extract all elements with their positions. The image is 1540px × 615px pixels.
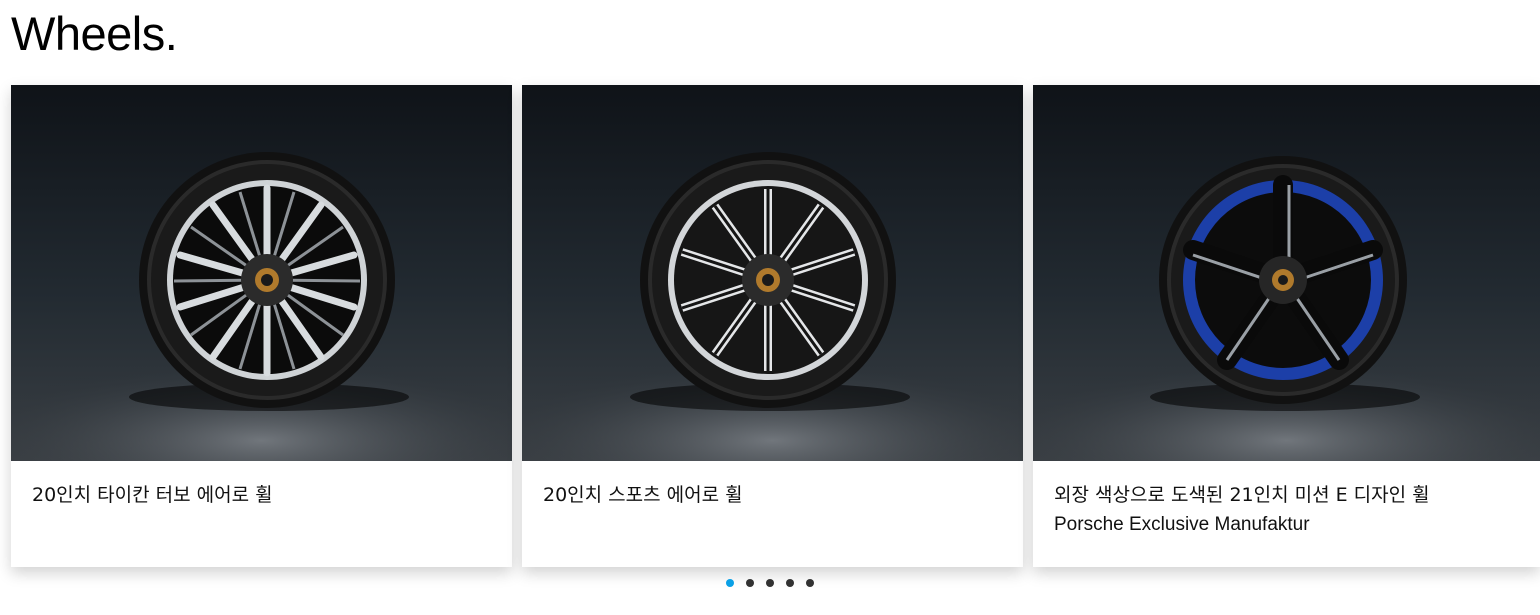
pagination-dot-1[interactable] bbox=[726, 579, 734, 587]
wheels-carousel: 20인치 타이칸 터보 에어로 휠 20인치 스포츠 에어로 휠 외장 색상으로… bbox=[11, 85, 1540, 567]
pagination-dot-5[interactable] bbox=[806, 579, 814, 587]
section-title: Wheels. bbox=[11, 7, 178, 60]
pagination-dot-2[interactable] bbox=[746, 579, 754, 587]
wheel-card-2[interactable]: 20인치 스포츠 에어로 휠 bbox=[522, 85, 1023, 567]
wheel-mission-e-design-image bbox=[1033, 85, 1540, 461]
wheel-card-2-caption: 20인치 스포츠 에어로 휠 bbox=[522, 461, 1023, 510]
wheel-sport-aero-image bbox=[522, 85, 1023, 461]
wheel-card-3-title: 외장 색상으로 도색된 21인치 미션 E 디자인 휠 bbox=[1054, 484, 1430, 506]
pagination-dot-3[interactable] bbox=[766, 579, 774, 587]
pagination-dot-4[interactable] bbox=[786, 579, 794, 587]
wheel-card-1-caption: 20인치 타이칸 터보 에어로 휠 bbox=[11, 461, 512, 510]
wheel-card-1-title: 20인치 타이칸 터보 에어로 휠 bbox=[32, 484, 273, 506]
wheel-turbo-aero-image bbox=[11, 85, 512, 461]
wheel-card-3-subtitle: Porsche Exclusive Manufaktur bbox=[1054, 514, 1310, 535]
wheel-card-1[interactable]: 20인치 타이칸 터보 에어로 휠 bbox=[11, 85, 512, 567]
wheel-card-3[interactable]: 외장 색상으로 도색된 21인치 미션 E 디자인 휠 Porsche Excl… bbox=[1033, 85, 1540, 567]
wheel-card-3-caption: 외장 색상으로 도색된 21인치 미션 E 디자인 휠 Porsche Excl… bbox=[1033, 461, 1540, 540]
carousel-pagination bbox=[726, 579, 814, 591]
wheel-card-2-title: 20인치 스포츠 에어로 휠 bbox=[543, 484, 743, 506]
wheels-section: Wheels. 20인치 타이칸 터보 에어로 휠 20인치 스포츠 에어로 휠… bbox=[0, 0, 1540, 615]
